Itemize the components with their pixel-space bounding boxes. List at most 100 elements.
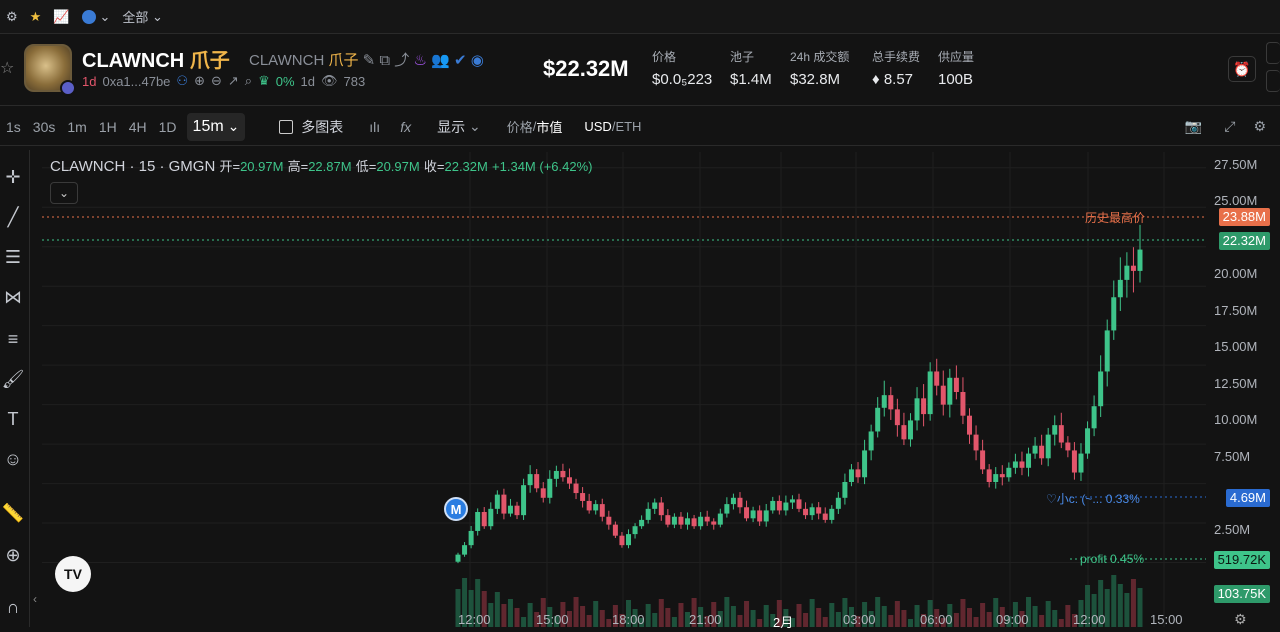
token-symbol-cn: 爪子 (189, 50, 230, 72)
more-button-2[interactable] (1266, 70, 1280, 92)
trend-line-icon[interactable]: ╱ (0, 204, 26, 230)
candle-body (717, 513, 723, 525)
legend-collapse-button[interactable]: ⌄ (50, 182, 78, 204)
display-dropdown[interactable]: 显示 ⌄ (431, 108, 487, 146)
candle-body (875, 407, 881, 432)
active-timeframe-label: 15m (192, 117, 224, 135)
token-address[interactable]: 0xa1...47be (102, 74, 170, 89)
candle-body (678, 516, 684, 525)
x-tick: 15:00 (1150, 612, 1183, 627)
candle-body (1137, 249, 1143, 271)
timeframe-1d[interactable]: 1D (153, 108, 183, 146)
currency-toggle[interactable]: USD / ETH (578, 108, 647, 146)
volume-bar (599, 610, 605, 627)
tradingview-logo: TV (55, 556, 91, 592)
search-icon[interactable]: ⌕ (245, 73, 252, 89)
candle-body (809, 507, 815, 516)
candle-body (1019, 461, 1025, 468)
token-meta-row: 1d 0xa1...47be ⚇ ⊕ ⊖ ↗ ⌕ ♛ 0% 1d 👁 783 (82, 73, 365, 89)
more-button[interactable] (1266, 42, 1280, 64)
candle-body (947, 377, 953, 405)
candle-body (921, 398, 927, 415)
indicators-icon[interactable]: fx (394, 108, 417, 146)
migration-marker[interactable]: M (444, 497, 468, 521)
globe-icon[interactable]: ⊕ (194, 73, 205, 89)
token-avatar (24, 44, 76, 96)
candle-body (986, 469, 992, 482)
legend-high-value: 22.87M (308, 159, 352, 174)
fib-icon[interactable]: ≡ (0, 326, 26, 352)
token-symbol: CLAWNCH 爪子 (82, 44, 230, 73)
timeframe-1m[interactable]: 1m (61, 108, 92, 146)
settings-icon[interactable]: ⚙ (1247, 108, 1272, 146)
candle-body (1098, 371, 1104, 407)
chart-line-icon[interactable]: 📈 (47, 0, 75, 34)
token-symbol-text: CLAWNCH (82, 50, 185, 72)
candle-body (940, 385, 946, 405)
mcap-toggle-label: 市值 (536, 120, 563, 135)
token-name: CLAWNCH 爪子 ✎ ⧉ ⤴ ♨ 👥 ✔ ◉ (249, 49, 484, 70)
volume-bar (809, 599, 815, 627)
candle-body (901, 425, 907, 440)
candle-body (619, 535, 625, 546)
x-tick: 12:00 (458, 612, 491, 627)
alarm-button[interactable]: ⏰ (1228, 56, 1256, 82)
candle-body (632, 526, 638, 535)
volume-bar (960, 599, 966, 627)
zoom-icon[interactable]: ⊕ (0, 542, 26, 568)
candle-body (1012, 461, 1018, 468)
external-link-icon[interactable]: ↗ (228, 73, 239, 89)
text-icon[interactable]: T (0, 406, 26, 432)
candle-body (927, 371, 933, 415)
candle-body (822, 513, 828, 520)
candle-body (914, 398, 920, 421)
pattern-icon[interactable]: ⋈ (0, 284, 26, 310)
price-mcap-toggle[interactable]: 价格 / 市值 (501, 108, 569, 146)
star-icon[interactable]: ★ (24, 0, 48, 34)
filter-all-dropdown[interactable]: 全部 ⌄ (116, 0, 169, 34)
checkbox-icon (279, 119, 294, 134)
volume-label: 103.75K (1213, 585, 1270, 603)
fullscreen-icon[interactable]: ⤢ (1218, 108, 1241, 146)
magnet-icon[interactable]: ∩ (0, 594, 26, 620)
volume-bar (1111, 575, 1117, 627)
candle-body (1111, 297, 1117, 331)
volume-bar (835, 612, 841, 627)
favorite-star-icon[interactable]: ☆ (0, 58, 14, 78)
volume-bar (737, 615, 743, 627)
candle-body (455, 554, 461, 562)
chevron-down-icon: ⌄ (152, 8, 163, 24)
gear-icon[interactable]: ⚙ (0, 0, 24, 34)
timeframe-1h[interactable]: 1H (93, 108, 123, 146)
candle-body (501, 494, 507, 514)
chain-selector[interactable]: ⌄ (76, 0, 117, 34)
copy-icon[interactable]: ⧉ (379, 52, 390, 69)
brush-icon[interactable]: 🖌 (0, 366, 26, 392)
edit-icon[interactable]: ✎ (363, 52, 376, 69)
volume-bar (750, 610, 756, 627)
timeframe-30s[interactable]: 30s (27, 108, 62, 146)
axis-settings-icon[interactable]: ⚙ (1234, 611, 1247, 628)
timeframe-15m-dropdown[interactable]: 15m ⌄ (186, 112, 246, 141)
candle-body (803, 508, 809, 516)
emoji-icon[interactable]: ☺ (0, 446, 26, 472)
profit-price-label: 519.72K (1213, 551, 1270, 569)
collapse-sidebar-icon[interactable]: ‹ (33, 592, 37, 606)
candle-body (475, 512, 481, 531)
y-tick: 20.00M (1214, 266, 1258, 281)
y-tick: 12.50M (1214, 376, 1258, 391)
ath-text: 历史最高价 (1085, 211, 1146, 225)
multi-chart-toggle[interactable]: 多图表 (273, 108, 349, 146)
ruler-icon[interactable]: 📏 (0, 500, 26, 526)
candle-style-icon[interactable]: ılı (363, 108, 386, 146)
camera-icon[interactable]: 📷 (1179, 108, 1208, 146)
market-cap: $22.32M (543, 56, 629, 81)
share-icon[interactable]: ⤴ (394, 52, 409, 69)
minus-circle-icon[interactable]: ⊖ (211, 73, 222, 89)
candle-body (691, 518, 697, 527)
horizontal-lines-icon[interactable]: ☰ (0, 244, 26, 270)
candle-body (521, 485, 527, 516)
crosshair-icon[interactable]: ✛ (0, 164, 26, 190)
timeframe-1s[interactable]: 1s (0, 108, 27, 146)
timeframe-4h[interactable]: 4H (123, 108, 153, 146)
